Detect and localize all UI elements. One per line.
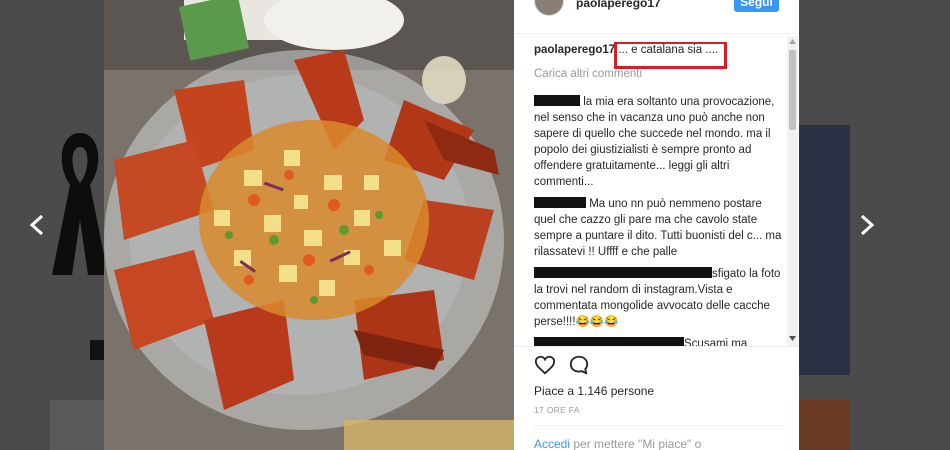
- post-header: paolaperego17 Segui: [514, 0, 799, 34]
- lobster-salad-image: [104, 0, 514, 450]
- background-thumbnail: [50, 400, 105, 450]
- login-link[interactable]: Accedi: [534, 437, 570, 450]
- post-caption: paolaperego17 ... e catalana sia ....: [534, 42, 786, 69]
- post-photo[interactable]: [104, 0, 514, 450]
- comments-scrollbar[interactable]: [787, 36, 798, 346]
- heart-icon[interactable]: [534, 354, 556, 376]
- comment-item: sfigato la foto la trovi nel random di i…: [534, 266, 786, 330]
- divider: [514, 346, 799, 347]
- follow-button[interactable]: Segui: [734, 0, 779, 12]
- redacted-username: [534, 95, 580, 106]
- comment-item: Scusami ma: [534, 336, 786, 346]
- avatar[interactable]: [534, 0, 564, 16]
- login-prompt: Accedi per mettere "Mi piace" o: [534, 437, 701, 450]
- background-block: [90, 340, 104, 360]
- login-prompt-text: per mettere "Mi piace" o: [570, 437, 702, 450]
- red-highlight-box: [614, 42, 727, 69]
- comment-text: la mia era soltanto una provocazione, ne…: [534, 96, 775, 188]
- comment-text: Scusami ma: [684, 338, 748, 346]
- redacted-username: [534, 197, 586, 208]
- post-timestamp: 17 ORE FA: [534, 405, 580, 415]
- background-thumbnail: [798, 400, 850, 450]
- comment-item: la mia era soltanto una provocazione, ne…: [534, 94, 786, 190]
- scroll-down-arrow-icon[interactable]: [789, 336, 796, 342]
- comment-bubble-icon[interactable]: [568, 354, 590, 376]
- caption-username[interactable]: paolaperego17: [534, 44, 615, 56]
- post-detail-panel: paolaperego17 Segui paolaperego17 ... e …: [514, 0, 799, 450]
- divider: [534, 425, 784, 426]
- redacted-username: [534, 337, 684, 346]
- background-ribbon: [52, 133, 108, 275]
- comment-item: Ma uno nn può nemmeno postare quel che c…: [534, 196, 786, 260]
- scroll-up-arrow-icon[interactable]: [789, 38, 796, 44]
- post-author-username[interactable]: paolaperego17: [576, 0, 661, 10]
- background-thumbnail: [798, 125, 850, 375]
- scrollbar-thumb[interactable]: [789, 50, 796, 130]
- likes-count[interactable]: Piace a 1.146 persone: [534, 384, 654, 398]
- chevron-left-icon[interactable]: [27, 213, 47, 237]
- comments-list: paolaperego17 ... e catalana sia .... Ca…: [534, 42, 786, 346]
- chevron-right-icon[interactable]: [857, 213, 877, 237]
- redacted-username: [534, 267, 712, 278]
